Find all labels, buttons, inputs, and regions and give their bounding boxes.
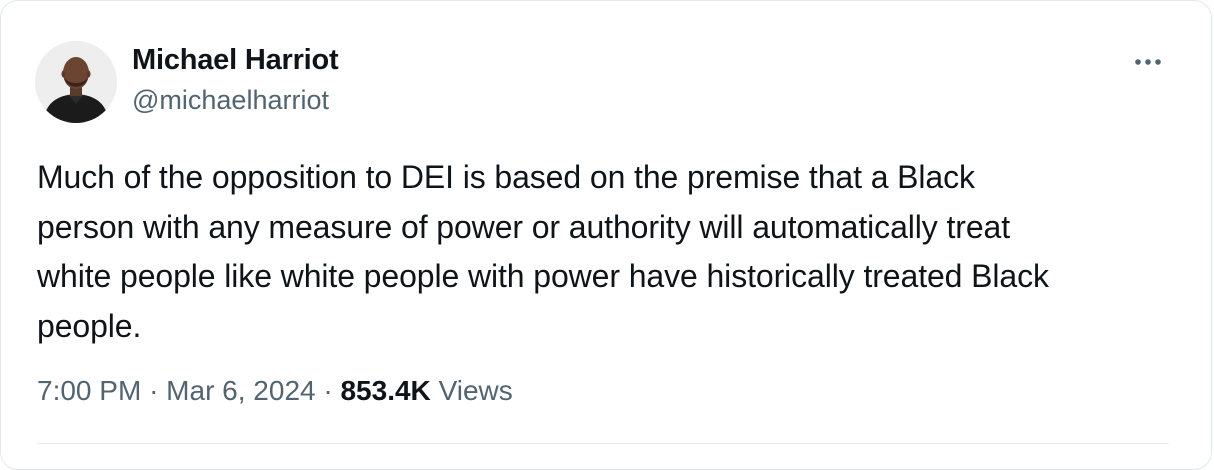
views-label: Views — [438, 375, 513, 406]
tweet-text: Much of the opposition to DEI is based o… — [37, 159, 1049, 344]
views-count[interactable]: 853.4K — [340, 375, 430, 406]
author-name[interactable]: Michael Harriot — [132, 44, 339, 77]
tweet-card: Michael Harriot @michaelharriot Much of … — [0, 0, 1212, 470]
tweet-metadata: 7:00 PM · Mar 6, 2024 · 853.4K Views — [37, 375, 513, 407]
avatar-photo-icon — [35, 41, 117, 123]
more-options-button[interactable] — [1127, 47, 1171, 77]
tweet-date[interactable]: Mar 6, 2024 — [166, 375, 315, 406]
more-horizontal-icon — [1135, 59, 1161, 65]
avatar[interactable] — [35, 41, 117, 123]
divider — [37, 443, 1169, 444]
tweet-time[interactable]: 7:00 PM — [37, 375, 141, 406]
author-handle[interactable]: @michaelharriot — [132, 85, 329, 116]
meta-separator: · — [323, 375, 333, 406]
meta-separator: · — [149, 375, 159, 406]
